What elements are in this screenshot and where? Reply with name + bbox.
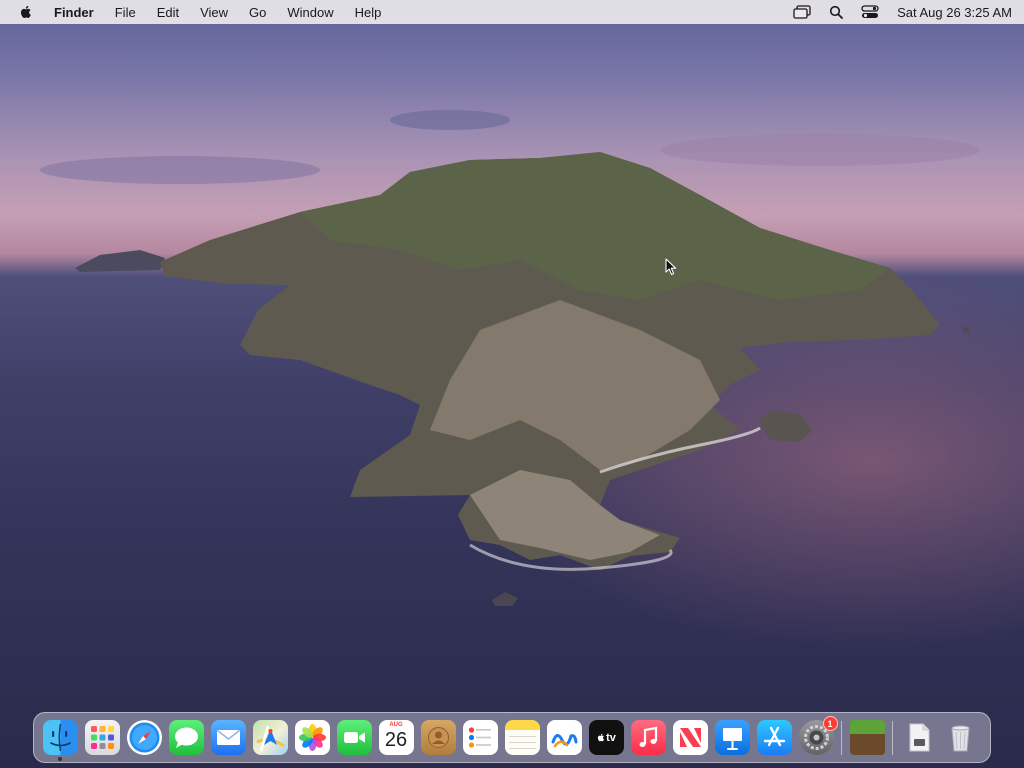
apple-tv-icon (597, 733, 605, 742)
launchpad-icon (90, 726, 114, 749)
messages-icon (174, 727, 198, 748)
dock-app-contacts[interactable] (420, 720, 456, 755)
dock-app-facetime[interactable] (336, 720, 372, 755)
dock-app-tv[interactable]: tv (588, 720, 624, 755)
dock-app-notes[interactable] (504, 720, 540, 755)
dock-app-app-store[interactable] (756, 720, 792, 755)
dock-app-messages[interactable] (168, 720, 204, 755)
dock-item-document[interactable] (901, 720, 936, 755)
dock-app-news[interactable] (672, 720, 708, 755)
apple-logo-icon[interactable] (18, 4, 34, 20)
control-center-icon[interactable] (861, 5, 879, 19)
dock-app-launchpad[interactable] (84, 720, 120, 755)
safari-icon (129, 722, 159, 753)
menu-bar: Finder File Edit View Go Window Help Sat… (0, 0, 1024, 24)
screen-mirroring-icon[interactable] (793, 5, 811, 19)
freeform-icon (551, 734, 577, 748)
facetime-icon (343, 732, 365, 743)
tv-icon-label: tv (606, 731, 616, 744)
dock-separator (892, 720, 893, 755)
menu-app-finder[interactable]: Finder (54, 5, 94, 20)
finder-icon (49, 723, 71, 752)
app-store-icon (763, 726, 785, 747)
contacts-icon (427, 727, 449, 748)
dock-item-trash[interactable] (943, 720, 978, 755)
mouse-pointer-icon (665, 258, 677, 276)
menu-bar-clock[interactable]: Sat Aug 26 3:25 AM (897, 5, 1012, 20)
dock-app-mail[interactable] (210, 720, 246, 755)
dock-app-photos[interactable] (294, 720, 330, 755)
minecraft-grass-block-icon (849, 720, 885, 734)
wallpaper-island-illustration (40, 110, 980, 606)
reminders-icon (468, 727, 491, 748)
calendar-icon-day: 26 (384, 729, 408, 751)
dock-app-freeform[interactable] (546, 720, 582, 755)
menu-edit[interactable]: Edit (157, 5, 179, 20)
dock-app-keynote[interactable] (714, 720, 750, 755)
spotlight-search-icon[interactable] (829, 5, 843, 19)
menu-view[interactable]: View (200, 5, 228, 20)
dock-app-system-settings[interactable]: 1 (798, 716, 838, 755)
maps-icon (255, 725, 285, 752)
news-icon (679, 728, 701, 747)
menu-file[interactable]: File (115, 5, 136, 20)
menu-window[interactable]: Window (287, 5, 333, 20)
dock-app-maps[interactable] (252, 720, 288, 755)
menu-bar-left: Finder File Edit View Go Window Help (18, 4, 402, 20)
desktop-wallpaper[interactable] (0, 0, 1024, 768)
dock-app-minecraft[interactable] (849, 720, 885, 755)
dock-app-music[interactable] (630, 720, 666, 755)
menu-help[interactable]: Help (355, 5, 382, 20)
mail-icon (216, 729, 240, 745)
dock: AUG 26 tv 1 (33, 712, 991, 763)
dock-app-reminders[interactable] (462, 720, 498, 755)
dock-app-calendar[interactable]: AUG 26 (378, 720, 414, 755)
document-file-icon (909, 723, 929, 752)
music-icon (639, 726, 657, 747)
dock-app-safari[interactable] (126, 720, 162, 755)
keynote-icon (722, 728, 742, 750)
trash-icon (950, 725, 970, 752)
menu-bar-right: Sat Aug 26 3:25 AM (775, 5, 1012, 20)
dock-separator (841, 720, 842, 755)
dock-app-finder[interactable] (42, 720, 78, 761)
menu-go[interactable]: Go (249, 5, 266, 20)
settings-notification-badge: 1 (822, 716, 838, 731)
photos-icon (298, 724, 326, 751)
calendar-icon-month: AUG (389, 722, 403, 728)
running-indicator (58, 757, 62, 761)
notes-icon (508, 736, 536, 749)
